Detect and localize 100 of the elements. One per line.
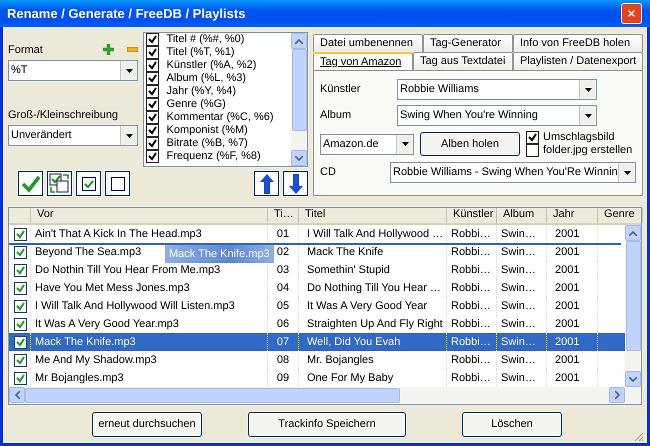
column-header[interactable]: Ti… xyxy=(268,208,299,223)
tab[interactable]: Tag von Amazon xyxy=(313,52,413,70)
checkbox[interactable] xyxy=(14,372,27,384)
checkbox[interactable] xyxy=(146,72,159,85)
field-option: Titel (%T, %1) xyxy=(166,46,235,59)
table-cell: Well, Did You Evah xyxy=(299,333,447,351)
case-dropdown[interactable]: Unverändert xyxy=(8,125,138,146)
tab[interactable]: Info von FreeDB holen xyxy=(513,34,643,52)
field-option: Frequenz (%F, %8) xyxy=(166,150,261,163)
close-button[interactable] xyxy=(621,3,642,24)
check-selected-button[interactable] xyxy=(76,171,101,196)
scroll-button[interactable] xyxy=(291,150,307,166)
checkbox[interactable] xyxy=(146,33,159,46)
table-cell: 2001 xyxy=(547,351,598,369)
checkbox[interactable] xyxy=(146,124,159,137)
action-button[interactable]: erneut durchsuchen xyxy=(92,412,202,436)
scrollbar[interactable] xyxy=(625,225,641,387)
table-cell: Somethin' Stupid xyxy=(299,261,447,279)
checkbox[interactable] xyxy=(526,131,539,144)
scroll-button[interactable] xyxy=(625,225,641,241)
checkmark-icon xyxy=(20,174,40,192)
table-cell: 2001 xyxy=(547,279,598,297)
uncheck-button[interactable] xyxy=(105,171,130,196)
invert-selection-button[interactable] xyxy=(47,171,72,196)
format-dropdown[interactable]: %T xyxy=(8,60,138,81)
scroll-button[interactable] xyxy=(609,387,625,403)
checkbox[interactable] xyxy=(14,300,27,312)
checkbox-label: folder.jpg erstellen xyxy=(543,144,632,157)
tab[interactable]: Playlisten / Datenexport xyxy=(513,52,643,70)
check-all-button[interactable] xyxy=(18,171,43,196)
table-row[interactable]: I Will Talk And Hollywood Will Listen.mp3 05 It Was A Very Good Year Robbi… Swin… 2001 xyxy=(9,297,625,315)
table-row[interactable]: Have You Met Mess Jones.mp3 04 Do Nothing Till You Hear … Robbi… Swin… 2001 xyxy=(9,279,625,297)
tab[interactable]: Datei umbenennen xyxy=(313,34,423,52)
scrollbar[interactable] xyxy=(291,33,307,166)
album-label: Album xyxy=(320,109,352,122)
checkbox[interactable] xyxy=(14,336,27,348)
checkbox[interactable] xyxy=(146,85,159,98)
field-option: Album (%L, %3) xyxy=(166,72,246,85)
cd-dropdown[interactable]: Robbie Williams - Swing When You'Re Winnin xyxy=(390,162,636,183)
swap-checkbox-icon xyxy=(49,173,70,194)
artist-label: Künstler xyxy=(320,83,362,96)
album-dropdown[interactable]: Swing When You're Winning xyxy=(397,105,597,126)
field-option: Genre (%G) xyxy=(166,98,226,111)
table-cell: Me And My Shadow.mp3 xyxy=(31,351,268,369)
table-cell: 04 xyxy=(268,279,299,297)
column-header[interactable]: Album xyxy=(497,208,547,223)
fetch-albums-button[interactable]: Alben holen xyxy=(420,132,520,156)
checkbox[interactable] xyxy=(146,150,159,163)
table-cell: Robbi… xyxy=(447,297,497,315)
field-option: Kommentar (%C, %6) xyxy=(166,111,274,124)
checkbox[interactable] xyxy=(146,111,159,124)
checkbox[interactable] xyxy=(146,59,159,72)
table-cell: 08 xyxy=(268,351,299,369)
move-up-button[interactable] xyxy=(254,171,279,196)
field-option: Komponist (%M) xyxy=(166,124,248,137)
checkbox[interactable] xyxy=(146,98,159,111)
scroll-button[interactable] xyxy=(625,371,641,387)
scroll-button[interactable] xyxy=(291,33,307,49)
checkbox[interactable] xyxy=(14,318,27,330)
column-header[interactable]: Genre xyxy=(598,208,643,223)
checkbox[interactable] xyxy=(14,354,27,366)
cd-label: CD xyxy=(320,166,337,179)
horizontal-scrollbar[interactable] xyxy=(9,387,641,404)
resize-grip-icon[interactable] xyxy=(633,431,644,442)
checkbox[interactable] xyxy=(14,282,27,294)
checked-box-icon xyxy=(82,176,96,190)
action-button[interactable]: Trackinfo Speichern xyxy=(248,412,406,436)
checkbox[interactable] xyxy=(14,264,27,276)
case-label: Groß-/Kleinschreibung xyxy=(8,109,120,122)
field-option: Titel # (%#, %0) xyxy=(166,33,244,46)
scroll-button[interactable] xyxy=(9,387,25,403)
table-cell: Robbi… xyxy=(447,333,497,351)
checkbox[interactable] xyxy=(14,246,27,258)
action-button[interactable]: Löschen xyxy=(462,412,562,436)
table-cell: 2001 xyxy=(547,297,598,315)
table-cell: 2001 xyxy=(547,333,598,351)
field-option: Jahr (%Y, %4) xyxy=(166,85,236,98)
table-cell: Mr. Bojangles xyxy=(299,351,447,369)
column-header[interactable]: Vor xyxy=(31,208,268,223)
tab[interactable]: Tag aus Textdatei xyxy=(413,52,513,70)
table-row[interactable]: Mack The Knife.mp3 07 Well, Did You Evah Robbi… Swin… 2001 xyxy=(9,333,625,351)
store-dropdown[interactable]: Amazon.de xyxy=(320,134,414,154)
table-cell: Robbi… xyxy=(447,351,497,369)
table-row[interactable]: Me And My Shadow.mp3 08 Mr. Bojangles Robbi… Swin… 2001 xyxy=(9,351,625,369)
artist-dropdown[interactable]: Robbie Williams xyxy=(397,79,597,100)
move-down-button[interactable] xyxy=(283,171,308,196)
table-cell: 05 xyxy=(268,297,299,315)
drag-ghost-text: Mack The Knife.mp3 xyxy=(165,245,274,263)
plus-icon[interactable] xyxy=(102,44,114,56)
tab[interactable]: Tag-Generator xyxy=(423,34,513,52)
table-cell: It Was A Very Good Year xyxy=(299,297,447,315)
checkbox[interactable] xyxy=(526,144,539,157)
table-cell: Swin… xyxy=(497,297,547,315)
checkbox[interactable] xyxy=(14,228,27,240)
checkbox[interactable] xyxy=(146,137,159,150)
table-cell: Robbi… xyxy=(447,279,497,297)
column-header[interactable]: Jahr xyxy=(547,208,598,223)
column-header[interactable]: Künstler xyxy=(447,208,497,223)
column-header[interactable]: Titel xyxy=(299,208,447,223)
checkbox[interactable] xyxy=(146,46,159,59)
